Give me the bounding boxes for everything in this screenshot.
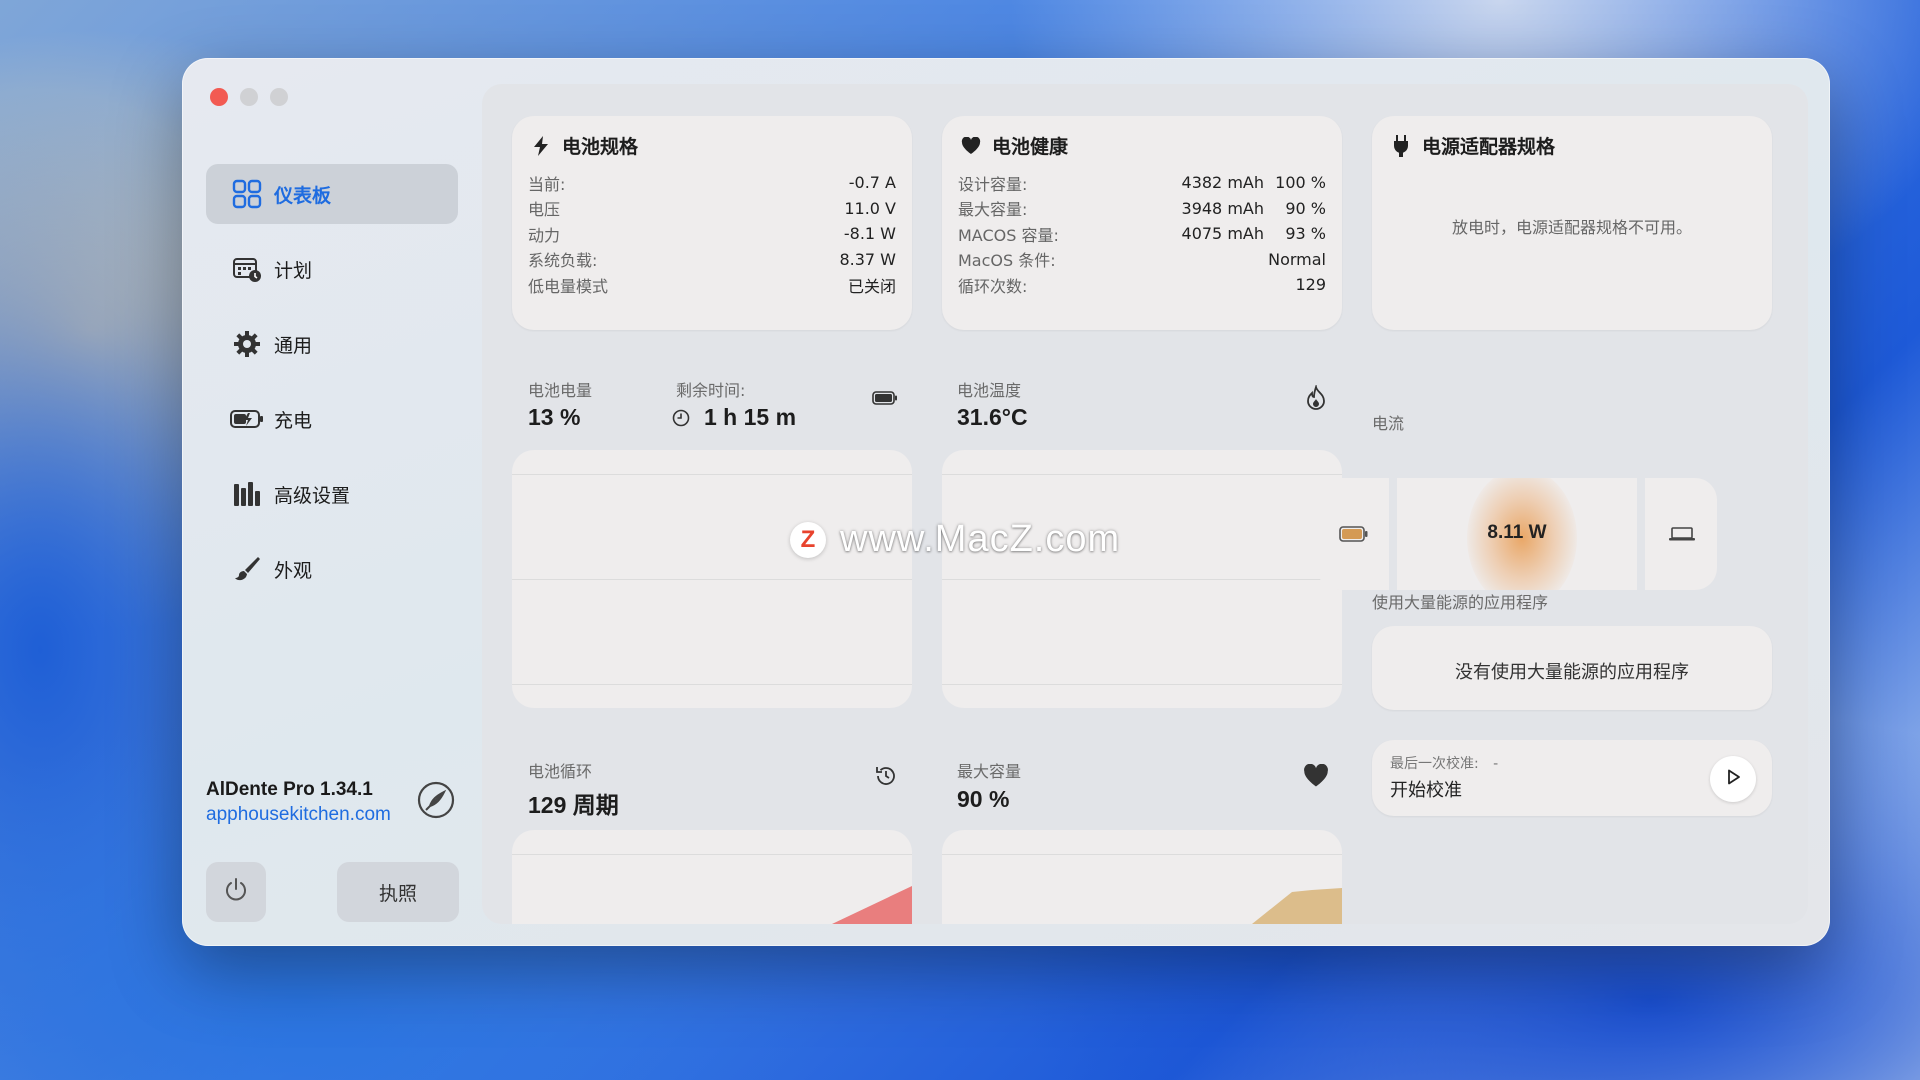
sidebar-item-dashboard[interactable]: 仪表板 [206,164,458,224]
play-icon [1724,768,1742,790]
advanced-bars-icon [230,479,264,509]
sidebar-item-advanced[interactable]: 高级设置 [206,464,458,524]
spec-row: 动力 -8.1 W [528,224,896,245]
sidebar-item-label: 计划 [274,259,313,282]
sidebar-item-label: 充电 [274,409,313,432]
dashboard-icon [230,179,264,209]
charge-label: 电池电量 [528,381,593,400]
app-version: AlDente Pro 1.34.1 [206,779,373,800]
battery-temperature-chart [942,450,1342,708]
battery-cycles-chart [512,830,912,924]
spec-row: 当前: -0.7 A [528,173,896,194]
max-capacity-label: 最大容量 [957,762,1022,781]
battery-health-title: 电池健康 [992,136,1069,158]
energy-apps-message: 没有使用大量能源的应用程序 [1455,662,1689,683]
history-icon [872,762,900,790]
watermark-logo: Z [790,521,826,558]
app-window: 仪表板 计划 通用 充电 高级设置 外观 AlDente Pro 1.34.1 … [182,58,1830,946]
sidebar-item-charging[interactable]: 充电 [206,389,458,449]
watermark: Z www.MacZ.com [790,518,1120,561]
power-flow-meter: 8.11 W [1397,478,1637,590]
health-row: 最大容量: 3948 mAh 90 % [958,198,1326,220]
schedule-icon [230,254,264,284]
health-row: 循环次数: 129 [958,275,1326,296]
battery-specs-title: 电池规格 [562,136,639,158]
sidebar-item-schedule[interactable]: 计划 [206,239,458,299]
energy-apps-label: 使用大量能源的应用程序 [1372,593,1549,612]
power-button[interactable] [206,862,266,922]
charge-value: 13 % [528,404,581,430]
sidebar-item-appearance[interactable]: 外观 [206,539,458,599]
heart-icon [960,135,982,157]
maximize-window-button[interactable] [270,88,288,106]
battery-level-chart [512,450,912,708]
last-calibration-value: - [1493,756,1499,772]
spec-row: 系统负载: 8.37 W [528,249,896,271]
close-window-button[interactable] [210,88,228,106]
sidebar-item-label: 高级设置 [274,484,351,507]
app-logo-icon [416,780,456,820]
sidebar-item-general[interactable]: 通用 [206,314,458,374]
sidebar-item-label: 仪表板 [274,184,332,207]
max-capacity-value: 90 % [957,786,1010,812]
sidebar-item-label: 通用 [274,334,313,357]
health-row: MACOS 容量: 4075 mAh 93 % [958,224,1326,245]
laptop-side [1645,478,1717,590]
brush-icon [230,554,264,584]
minimize-window-button[interactable] [240,88,258,106]
laptop-icon [1669,527,1695,541]
start-calibration-label: 开始校准 [1390,780,1462,801]
max-capacity-chart [942,830,1342,924]
adapter-message: 放电时，电源适配器规格不可用。 [1451,218,1692,237]
power-icon [223,877,249,907]
current-label: 电流 [1372,414,1405,433]
remaining-value: 1 h 15 m [704,404,797,430]
cycles-label: 电池循环 [528,762,593,781]
bolt-icon [530,135,552,157]
spec-row: 电压 11.0 V [528,198,896,220]
temperature-label: 电池温度 [957,381,1022,400]
battery-icon [871,384,899,412]
heart-filled-icon [1302,762,1330,790]
gear-icon [230,329,264,359]
capacity-area [1252,888,1342,924]
health-row: 设计容量: 4382 mAh 100 % [958,173,1326,194]
brand-info: AlDente Pro 1.34.1 apphousekitchen.com [206,779,391,826]
battery-health-card: 电池健康 设计容量: 4382 mAh 100 % 最大容量: 3948 mAh 90 … [942,116,1342,330]
remaining-label: 剩余时间: [676,381,746,400]
watermark-text: www.MacZ.com [840,518,1121,560]
spec-row: 低电量模式 已关闭 [528,276,896,296]
power-adapter-title: 电源适配器规格 [1422,136,1556,158]
cycles-value: 129 周期 [528,792,619,818]
battery-side [1317,478,1389,590]
license-button[interactable]: 执照 [337,862,459,922]
power-adapter-card: 电源适配器规格 放电时，电源适配器规格不可用。 [1372,116,1772,330]
energy-apps-card: 没有使用大量能源的应用程序 [1372,626,1772,710]
sidebar-item-label: 外观 [274,559,313,582]
battery-small-icon [1339,526,1368,542]
current-value: 8.11 W [1487,522,1547,543]
calibration-card: 最后一次校准: - 开始校准 [1372,740,1772,816]
clock-icon [671,408,691,428]
last-calibration-label: 最后一次校准: [1390,756,1479,772]
flame-icon [1302,384,1330,412]
health-row: MacOS 条件: Normal [958,249,1326,271]
current-flow-panel: 8.11 W [1317,478,1717,590]
plug-icon [1390,134,1412,157]
website-link[interactable]: apphousekitchen.com [206,804,391,826]
temperature-value: 31.6°C [957,404,1028,430]
battery-specs-card: 电池规格 当前: -0.7 A 电压 11.0 V 动力 -8.1 W 系统负载: 8.… [512,116,912,330]
start-calibration-button[interactable] [1710,756,1756,802]
charging-battery-icon [230,404,264,434]
cycles-area [832,886,912,924]
